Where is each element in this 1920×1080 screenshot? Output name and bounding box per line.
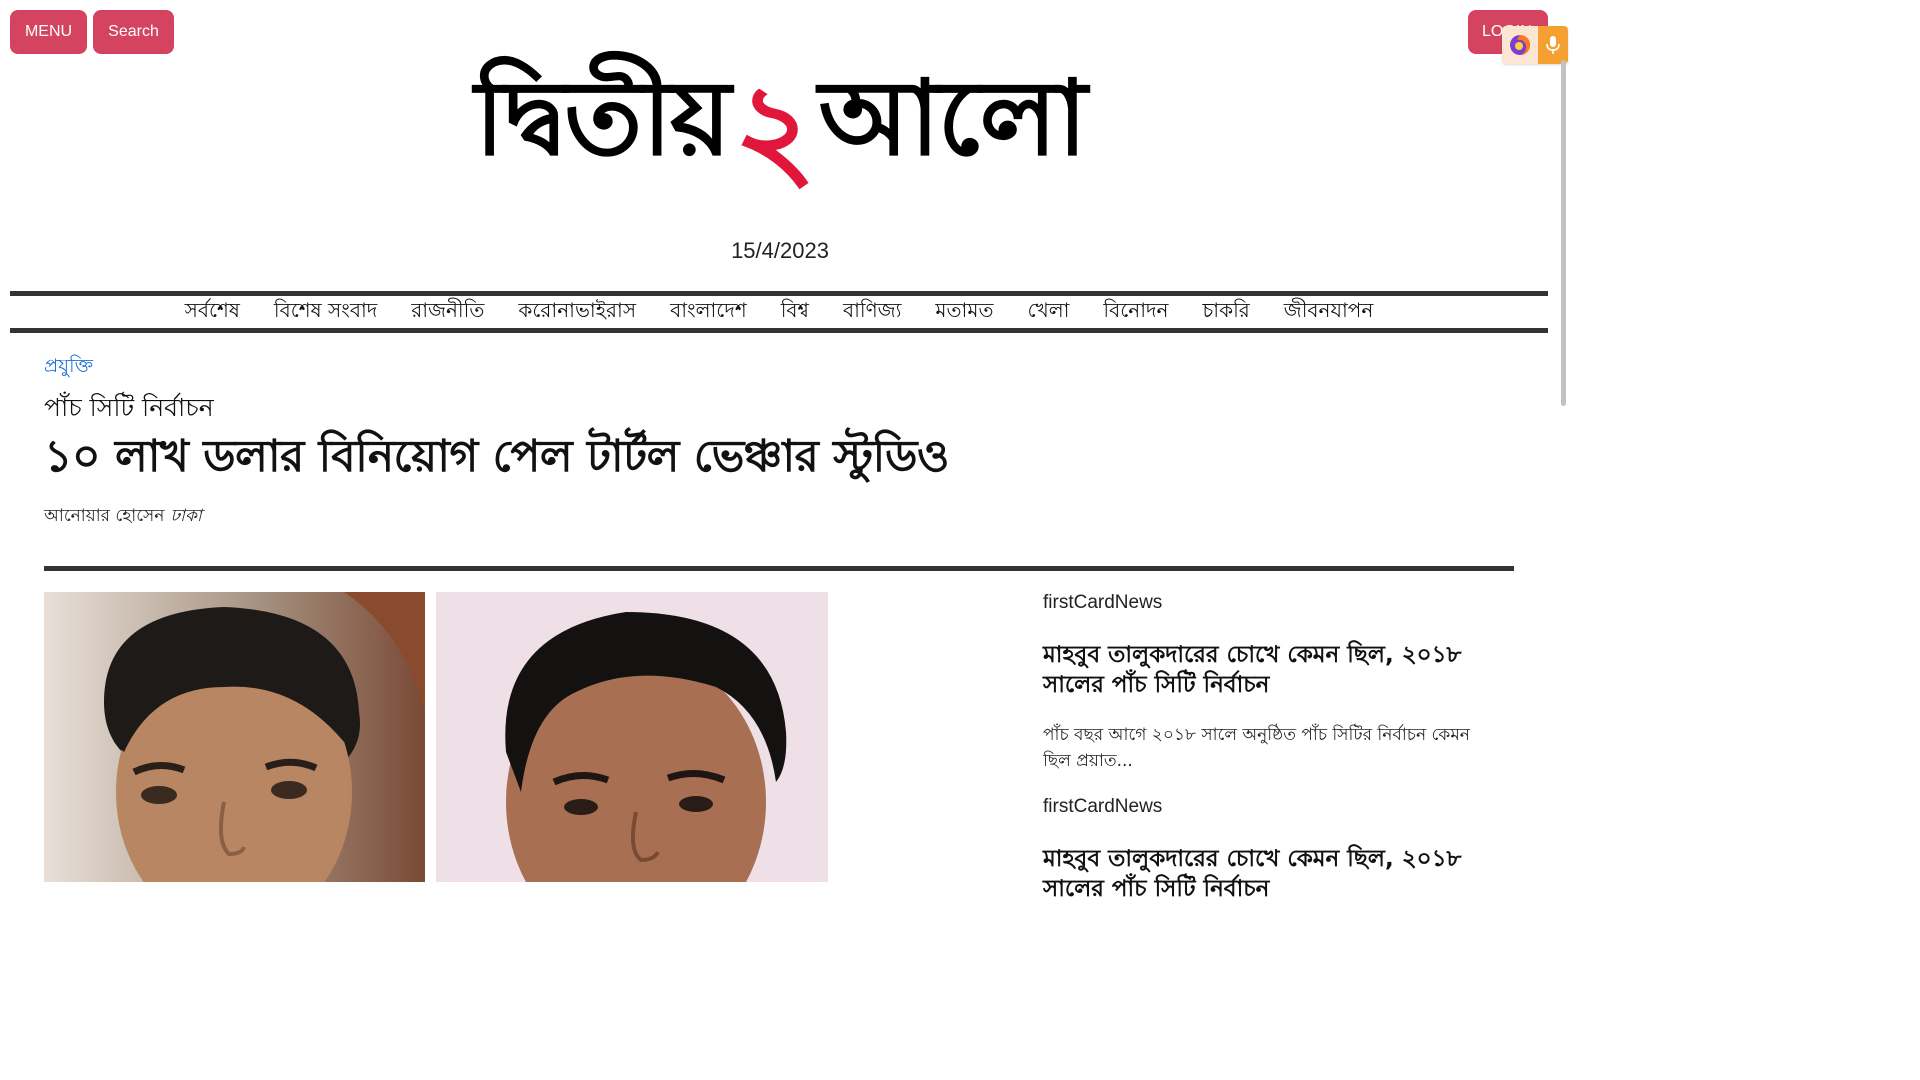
search-button[interactable]: Search [93,10,174,54]
nav-item-special-news[interactable]: বিশেষ সংবাদ [274,296,377,329]
logo-text-accent: ২ [733,55,816,205]
author-name: আনোয়ার হোসেন [44,506,165,526]
extension-widget[interactable] [1502,26,1568,64]
menu-button[interactable]: MENU [10,10,87,54]
nav-item-business[interactable]: বাণিজ্য [843,296,901,329]
article-photo-left [44,592,425,882]
nav-item-lifestyle[interactable]: জীবনযাপন [1284,296,1374,329]
nav-item-bangladesh[interactable]: বাংলাদেশ [670,296,747,329]
card-title-link[interactable]: মাহবুব তালুকদারের চোখে কেমন ছিল, ২০১৮ সা… [1043,640,1473,700]
logo-text-left: দ্বিতীয় [474,56,732,179]
dateline-location: ঢাকা [170,506,202,526]
current-date: 15/4/2023 [731,238,829,263]
scrollbar[interactable] [1561,60,1566,406]
nav-item-politics[interactable]: রাজনীতি [411,296,484,329]
card-label: firstCardNews [1043,796,1163,817]
article-category-link[interactable]: প্রযুক্তি [44,352,93,384]
nav-item-world[interactable]: বিশ্ব [781,296,809,329]
main-nav: সর্বশেষ বিশেষ সংবাদ রাজনীতি করোনাভাইরাস … [10,291,1548,333]
nav-item-jobs[interactable]: চাকরি [1202,296,1249,329]
microphone-icon[interactable] [1538,26,1568,64]
nav-item-sports[interactable]: খেলা [1027,296,1069,329]
firefox-icon[interactable] [1502,26,1538,64]
nav-item-coronavirus[interactable]: করোনাভাইরাস [518,296,636,329]
nav-item-opinion[interactable]: মতামত [935,296,993,329]
nav-item-entertainment[interactable]: বিনোদন [1103,296,1168,329]
article-byline: আনোয়ার হোসেন ঢাকা [44,503,202,531]
article-photo-right [436,592,828,882]
section-divider [44,566,1514,571]
card-title-link[interactable]: মাহবুব তালুকদারের চোখে কেমন ছিল, ২০১৮ সা… [1043,844,1473,904]
nav-item-latest[interactable]: সর্বশেষ [185,296,240,329]
card-label: firstCardNews [1043,592,1163,613]
card-summary: পাঁচ বছর আগে ২০১৮ সালে অনুষ্ঠিত পাঁচ সিট… [1043,725,1470,771]
logo-text-right: আলো [818,56,1088,179]
article-headline: ১০ লাখ ডলার বিনিয়োগ পেল টার্টল ভেঞ্চার … [44,431,949,482]
site-logo[interactable]: দ্বিতীয় ২ আলো [475,50,1088,205]
